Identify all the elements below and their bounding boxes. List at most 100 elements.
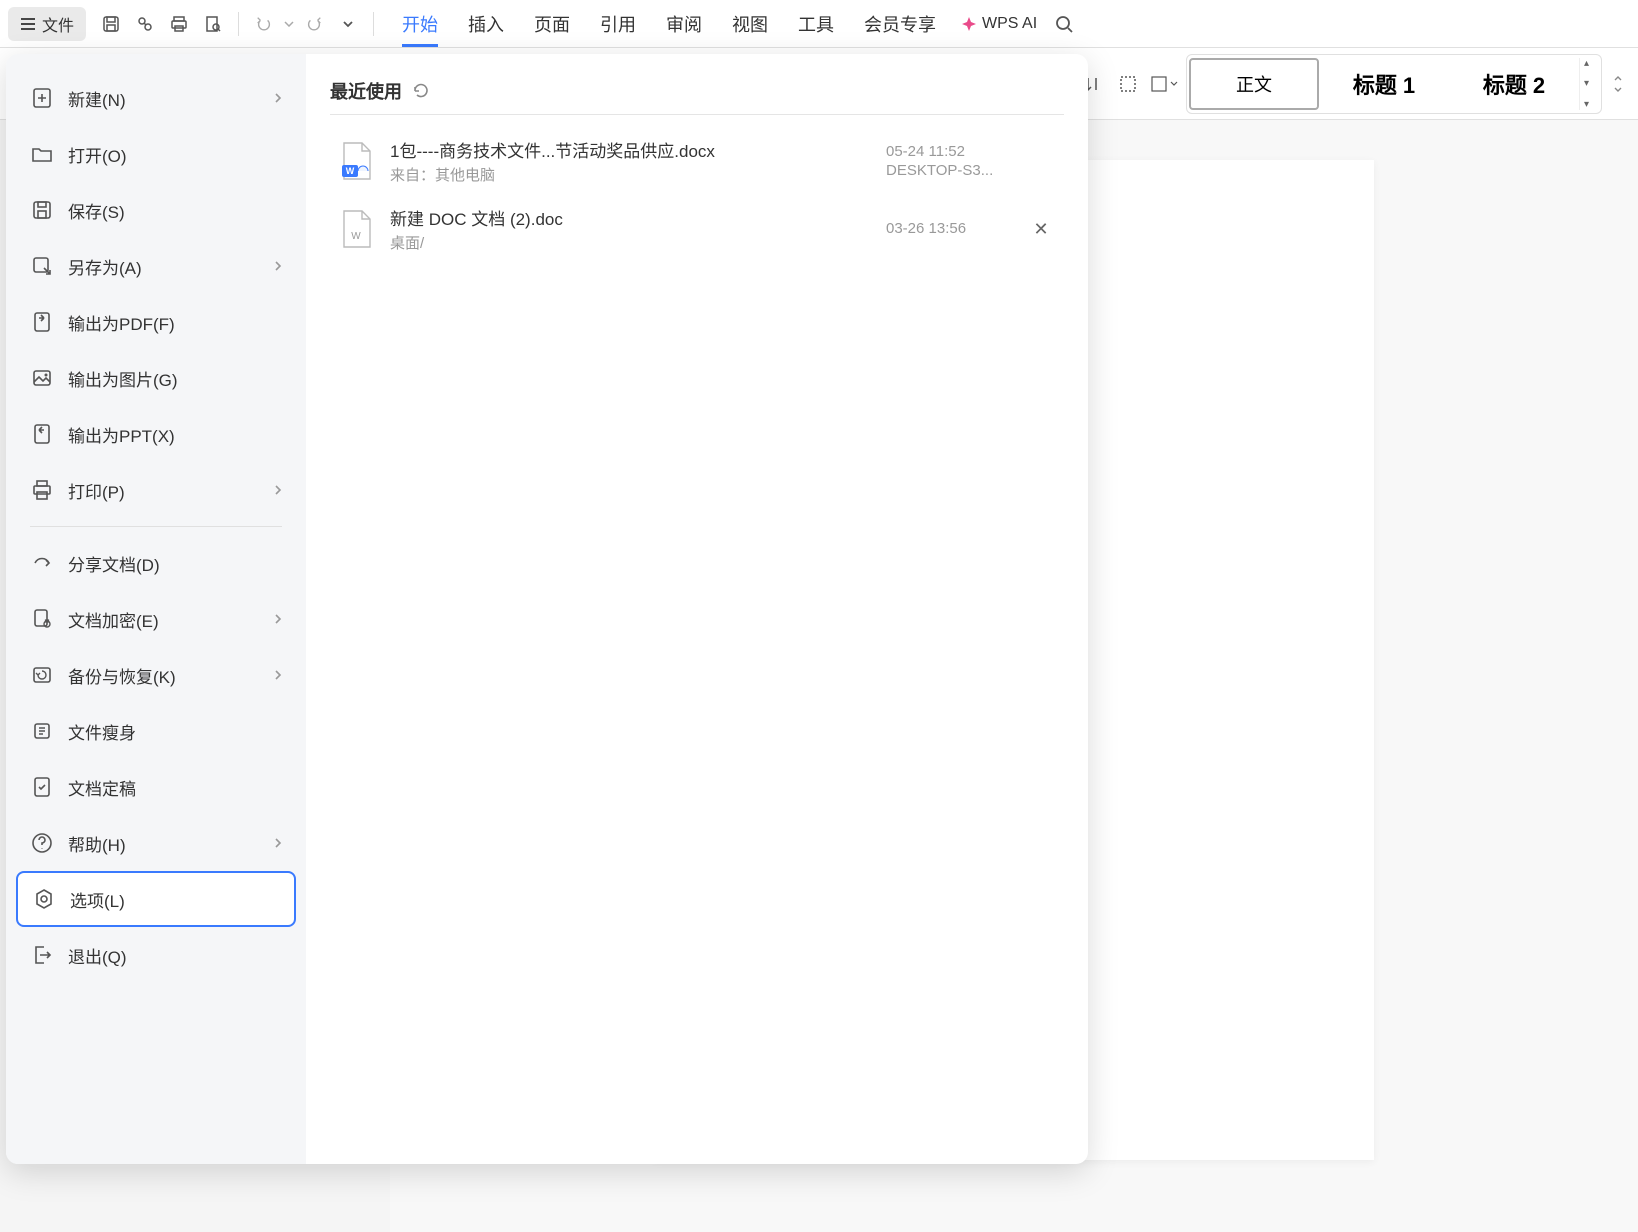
file-location: DESKTOP-S3... bbox=[886, 162, 1026, 179]
ai-spark-icon bbox=[960, 15, 978, 33]
share-icon bbox=[30, 551, 54, 575]
tab-menu: 开始 插入 页面 引用 审阅 视图 工具 会员专享 bbox=[402, 0, 936, 47]
menu-open[interactable]: 打开(O) bbox=[16, 126, 296, 182]
menu-label: 选项(L) bbox=[70, 887, 125, 912]
menu-share[interactable]: 分享文档(D) bbox=[16, 535, 296, 591]
print-tool-button[interactable] bbox=[162, 7, 196, 41]
remove-recent-button[interactable]: ✕ bbox=[1026, 219, 1056, 240]
menu-options[interactable]: 选项(L) bbox=[16, 871, 296, 927]
wps-ai-button[interactable]: WPS AI bbox=[960, 15, 1037, 33]
menu-export-image[interactable]: 输出为图片(G) bbox=[16, 350, 296, 406]
style-normal[interactable]: 正文 bbox=[1189, 58, 1319, 110]
undo-button[interactable] bbox=[247, 7, 281, 41]
tab-insert[interactable]: 插入 bbox=[468, 0, 504, 47]
menu-encrypt[interactable]: 文档加密(E) bbox=[16, 591, 296, 647]
menu-new[interactable]: 新建(N) bbox=[16, 70, 296, 126]
menu-save-as[interactable]: 另存为(A) bbox=[16, 238, 296, 294]
backup-icon bbox=[30, 663, 54, 687]
menu-label: 保存(S) bbox=[68, 198, 125, 223]
menu-save[interactable]: 保存(S) bbox=[16, 182, 296, 238]
redo-button[interactable] bbox=[297, 7, 331, 41]
file-meta: 05-24 11:52 DESKTOP-S3... bbox=[886, 143, 1026, 179]
border-tool[interactable] bbox=[1150, 72, 1178, 96]
search-icon bbox=[1054, 14, 1074, 34]
compress-icon bbox=[30, 719, 54, 743]
menu-label: 另存为(A) bbox=[68, 254, 142, 279]
select-icon bbox=[1118, 74, 1138, 94]
menu-label: 文件瘦身 bbox=[68, 719, 136, 744]
chevron-down-icon bbox=[342, 20, 354, 28]
file-time: 03-26 13:56 bbox=[886, 220, 1026, 237]
file-menu-button[interactable]: 文件 bbox=[8, 7, 86, 41]
menu-help[interactable]: 帮助(H) bbox=[16, 815, 296, 871]
tab-reference[interactable]: 引用 bbox=[600, 0, 636, 47]
search-button[interactable] bbox=[1047, 7, 1081, 41]
menu-export-pdf[interactable]: 输出为PDF(F) bbox=[16, 294, 296, 350]
style-scroll-down[interactable]: ▾ bbox=[1584, 78, 1599, 89]
pdf-icon bbox=[30, 310, 54, 334]
more-dropdown[interactable] bbox=[331, 7, 365, 41]
menu-slim[interactable]: 文件瘦身 bbox=[16, 703, 296, 759]
menu-separator bbox=[30, 526, 282, 527]
style-scroll-up[interactable]: ▴ bbox=[1584, 58, 1599, 69]
chevron-down-icon bbox=[284, 21, 294, 27]
style-gallery: 正文 标题 1 标题 2 ▴ ▾ ▾ bbox=[1186, 54, 1602, 114]
save-icon bbox=[30, 198, 54, 222]
menu-label: 分享文档(D) bbox=[68, 551, 160, 576]
preview-icon bbox=[203, 14, 223, 34]
menu-label: 新建(N) bbox=[68, 86, 126, 111]
preview-tool-button[interactable] bbox=[196, 7, 230, 41]
refresh-icon[interactable] bbox=[412, 82, 430, 100]
menu-print[interactable]: 打印(P) bbox=[16, 462, 296, 518]
style-heading2[interactable]: 标题 2 bbox=[1449, 58, 1579, 110]
tab-tools[interactable]: 工具 bbox=[798, 0, 834, 47]
tab-page[interactable]: 页面 bbox=[534, 0, 570, 47]
printer-icon bbox=[30, 478, 54, 502]
save-tool-button[interactable] bbox=[94, 7, 128, 41]
style-heading1[interactable]: 标题 1 bbox=[1319, 58, 1449, 110]
style-more[interactable] bbox=[1610, 70, 1626, 98]
file-name: 1包----商务技术文件...节活动奖品供应.docx bbox=[390, 137, 886, 162]
recent-item[interactable]: W 新建 DOC 文档 (2).doc 桌面/ 03-26 13:56 ✕ bbox=[330, 195, 1064, 263]
file-info: 新建 DOC 文档 (2).doc 桌面/ bbox=[390, 205, 886, 253]
tab-review[interactable]: 审阅 bbox=[666, 0, 702, 47]
file-side-menu: 新建(N) 打开(O) 保存(S) 另存为(A) 输出为PDF(F) 输出为图片… bbox=[6, 54, 306, 1164]
menu-finalize[interactable]: 文档定稿 bbox=[16, 759, 296, 815]
file-time: 05-24 11:52 bbox=[886, 143, 1026, 160]
link-tool-button[interactable] bbox=[128, 7, 162, 41]
tab-view[interactable]: 视图 bbox=[732, 0, 768, 47]
wps-ai-label: WPS AI bbox=[982, 15, 1037, 33]
menu-label: 文档定稿 bbox=[68, 775, 136, 800]
check-doc-icon bbox=[30, 775, 54, 799]
top-toolbar: 文件 开始 插入 页面 引用 审阅 视图 工具 会员专享 WPS AI bbox=[0, 0, 1638, 48]
undo-icon bbox=[255, 15, 273, 33]
tab-start[interactable]: 开始 bbox=[402, 0, 438, 47]
save-as-icon bbox=[30, 254, 54, 278]
undo-dropdown[interactable] bbox=[281, 7, 297, 41]
file-info: 1包----商务技术文件...节活动奖品供应.docx 来自：其他电脑 bbox=[390, 137, 886, 185]
menu-exit[interactable]: 退出(Q) bbox=[16, 927, 296, 983]
chevron-right-icon bbox=[274, 613, 282, 625]
menu-label: 帮助(H) bbox=[68, 831, 126, 856]
menu-label: 打印(P) bbox=[68, 478, 125, 503]
chevron-right-icon bbox=[274, 92, 282, 104]
menu-label: 输出为PPT(X) bbox=[68, 422, 175, 447]
docx-file-icon: W bbox=[338, 141, 374, 181]
ppt-icon bbox=[30, 422, 54, 446]
exit-icon bbox=[30, 943, 54, 967]
select-tool[interactable] bbox=[1114, 70, 1142, 98]
menu-export-ppt[interactable]: 输出为PPT(X) bbox=[16, 406, 296, 462]
recent-item[interactable]: W 1包----商务技术文件...节活动奖品供应.docx 来自：其他电脑 05… bbox=[330, 127, 1064, 195]
chevron-right-icon bbox=[274, 837, 282, 849]
svg-text:W: W bbox=[351, 231, 361, 242]
style-scroll-more[interactable]: ▾ bbox=[1584, 99, 1599, 110]
menu-backup[interactable]: 备份与恢复(K) bbox=[16, 647, 296, 703]
tab-member[interactable]: 会员专享 bbox=[864, 0, 936, 47]
border-icon bbox=[1150, 75, 1168, 93]
link-icon bbox=[135, 14, 155, 34]
redo-icon bbox=[305, 15, 323, 33]
chevron-right-icon bbox=[274, 484, 282, 496]
save-icon bbox=[101, 14, 121, 34]
recent-title: 最近使用 bbox=[330, 78, 402, 104]
svg-text:W: W bbox=[346, 166, 355, 176]
